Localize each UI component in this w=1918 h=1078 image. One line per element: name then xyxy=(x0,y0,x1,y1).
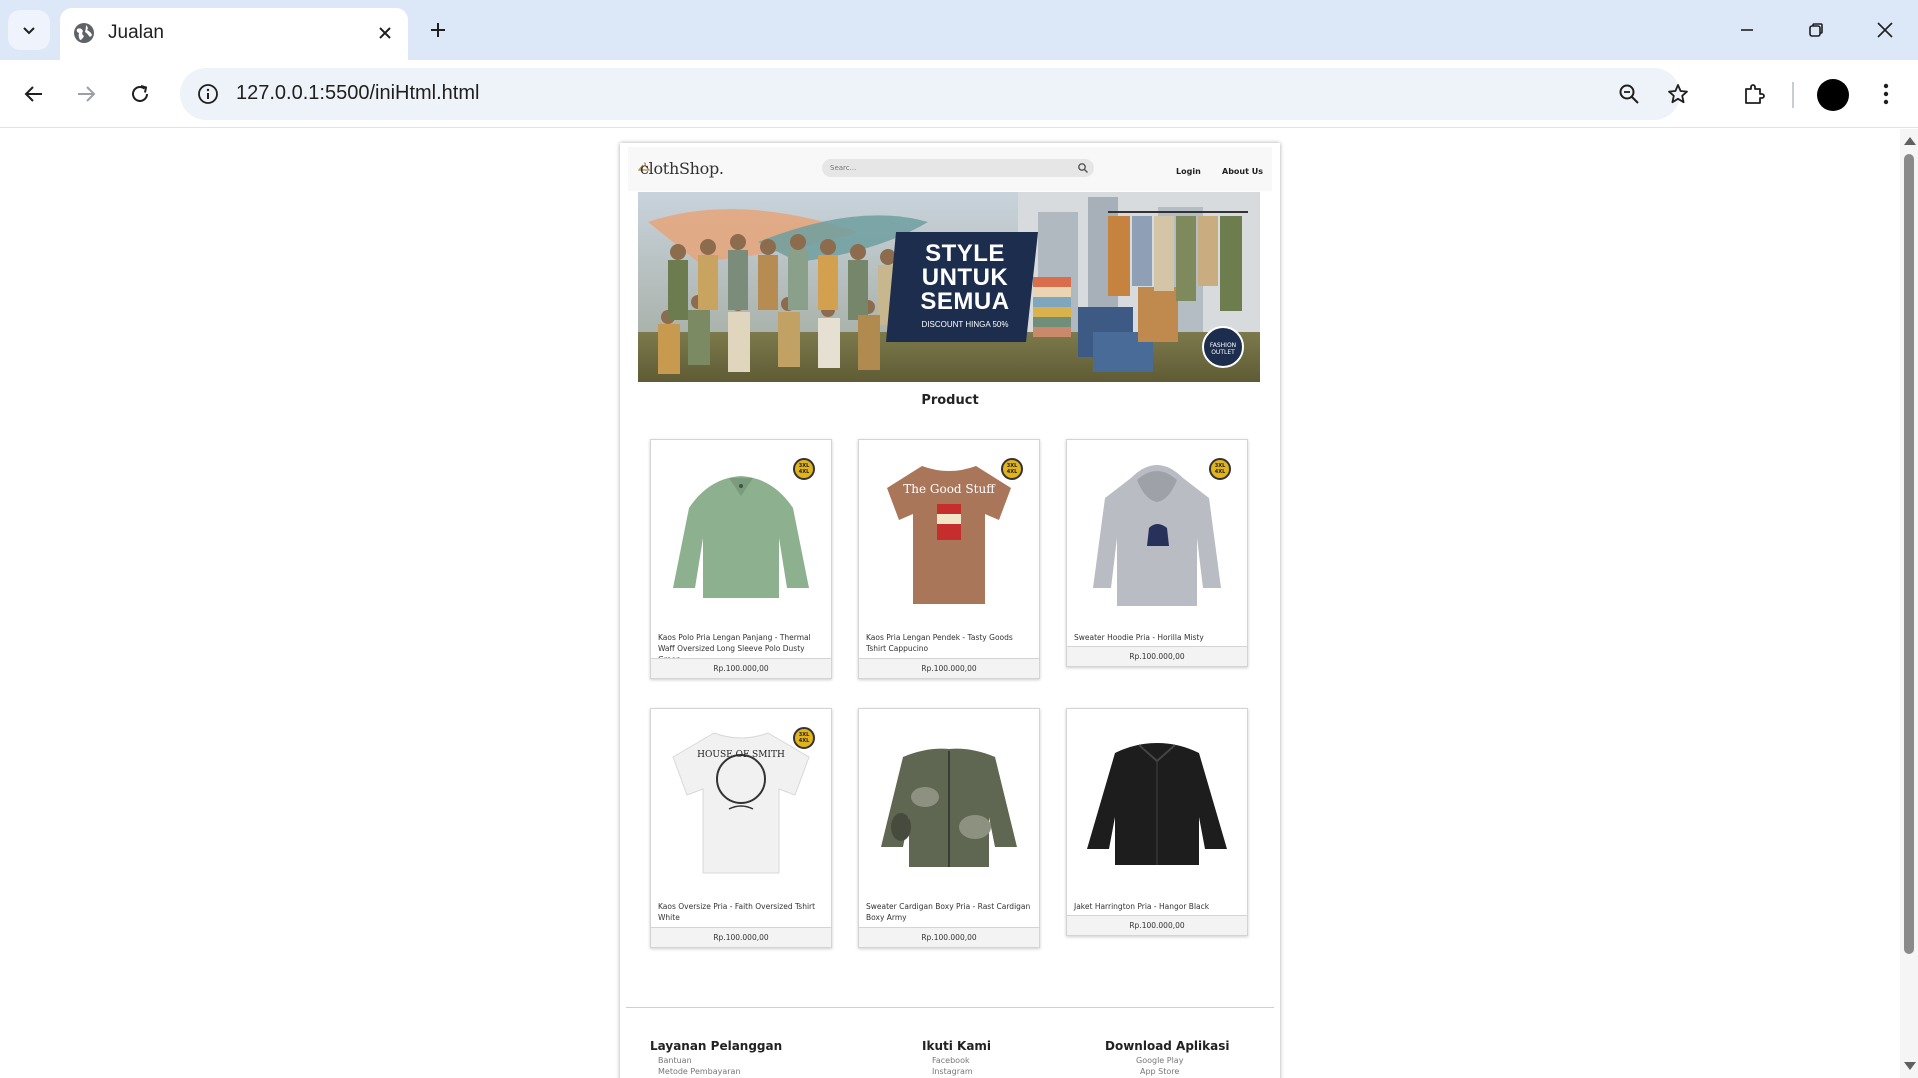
footer-link-app-store[interactable]: App Store xyxy=(1140,1067,1179,1076)
title-bar: Jualan xyxy=(0,0,1918,60)
site-header: clothShop. Login About Us xyxy=(628,147,1272,191)
product-price: Rp.100.000,00 xyxy=(1067,915,1247,935)
shirt-print: The Good Stuff xyxy=(903,482,996,496)
profile-avatar[interactable] xyxy=(1817,79,1849,111)
footer-link-instagram[interactable]: Instagram xyxy=(932,1067,973,1076)
search-box[interactable] xyxy=(822,159,1094,177)
plus-icon xyxy=(431,23,445,37)
page-viewport: clothShop. Login About Us xyxy=(0,129,1900,1078)
star-icon xyxy=(1668,84,1688,104)
login-link[interactable]: Login xyxy=(1176,167,1201,176)
product-name: Sweater Cardigan Boxy Pria - Rast Cardig… xyxy=(866,902,1031,922)
zoom-button[interactable] xyxy=(1615,80,1643,108)
toolbar-divider xyxy=(1792,82,1794,108)
footer-download-title: Download Aplikasi xyxy=(1105,1039,1230,1053)
search-input[interactable] xyxy=(830,161,1060,175)
close-icon xyxy=(379,27,391,39)
scroll-thumb[interactable] xyxy=(1904,154,1914,954)
search-icon[interactable] xyxy=(1077,162,1089,174)
minimize-icon xyxy=(1741,29,1753,31)
product-price: Rp.100.000,00 xyxy=(859,927,1039,947)
footer-customer-service-title: Layanan Pelanggan xyxy=(650,1039,783,1053)
address-bar[interactable]: 127.0.0.1:5500/iniHtml.html xyxy=(180,68,1688,120)
footer-link-help[interactable]: Bantuan xyxy=(658,1056,692,1065)
restore-button[interactable] xyxy=(1793,10,1839,50)
close-window-button[interactable] xyxy=(1862,10,1908,50)
reload-button[interactable] xyxy=(120,74,160,114)
close-icon xyxy=(1877,22,1893,38)
puzzle-icon xyxy=(1745,84,1765,104)
product-price: Rp.100.000,00 xyxy=(651,658,831,678)
footer-link-google-play[interactable]: Google Play xyxy=(1136,1056,1183,1065)
product-price: Rp.100.000,00 xyxy=(859,658,1039,678)
browser-tab[interactable]: Jualan xyxy=(60,8,408,60)
product-price: Rp.100.000,00 xyxy=(651,927,831,947)
shirt-print: HOUSE OF SMITH xyxy=(697,750,785,760)
back-button[interactable] xyxy=(14,74,54,114)
bookmark-button[interactable] xyxy=(1664,80,1692,108)
banner-headline-2: UNTUK xyxy=(921,264,1009,291)
shop-page: clothShop. Login About Us xyxy=(620,143,1280,1078)
close-tab-button[interactable] xyxy=(372,20,398,46)
banner-headline-1: STYLE xyxy=(925,240,1005,267)
footer-follow-title: Ikuti Kami xyxy=(922,1039,992,1053)
extensions-button[interactable] xyxy=(1734,74,1774,114)
product-card[interactable]: Sweater Cardigan Boxy Pria - Rast Cardig… xyxy=(858,708,1040,948)
product-name: Kaos Pria Lengan Pendek - Tasty Goods Ts… xyxy=(866,633,1013,653)
product-name: Kaos Oversize Pria - Faith Oversized Tsh… xyxy=(658,902,816,922)
page-scrollbar[interactable] xyxy=(1900,129,1918,1078)
product-name: Jaket Harrington Pria - Hangor Black xyxy=(1074,902,1210,911)
product-card[interactable]: 3XL 4XL Sweater Hoodie Pria - Horilla Mi… xyxy=(1066,439,1248,667)
site-logo[interactable]: clothShop. xyxy=(640,159,724,178)
product-image xyxy=(881,748,1017,867)
tab-title: Jualan xyxy=(108,22,164,43)
product-card[interactable]: 3XL 4XL Kaos Polo Pria Lengan Panjang - … xyxy=(650,439,832,679)
size-badge: 3XL 4XL xyxy=(793,727,815,749)
footer-divider xyxy=(626,1007,1274,1008)
size-badge: 3XL 4XL xyxy=(793,458,815,480)
forward-button[interactable] xyxy=(66,74,106,114)
minimize-button[interactable] xyxy=(1724,10,1770,50)
chevron-down-icon xyxy=(23,27,35,35)
reload-icon xyxy=(132,85,148,102)
browser-toolbar: 127.0.0.1:5500/iniHtml.html xyxy=(0,60,1918,128)
globe-icon xyxy=(74,23,94,43)
section-title: Product xyxy=(921,393,979,408)
menu-button[interactable] xyxy=(1866,74,1906,114)
scroll-up-arrow-icon[interactable] xyxy=(1904,137,1916,145)
product-card[interactable]: The Good Stuff 3XL 4XL Kaos Pria Lengan … xyxy=(858,439,1040,679)
product-name: Sweater Hoodie Pria - Horilla Misty xyxy=(1074,633,1204,642)
zoom-out-icon xyxy=(1619,84,1639,104)
arrow-left-icon xyxy=(24,86,42,102)
restore-icon xyxy=(1809,23,1823,37)
info-icon xyxy=(198,84,218,104)
arrow-right-icon xyxy=(78,86,96,102)
site-info-button[interactable] xyxy=(194,80,222,108)
size-badge: 3XL 4XL xyxy=(1001,458,1023,480)
product-card[interactable]: Jaket Harrington Pria - Hangor Black Rp.… xyxy=(1066,708,1248,936)
hero-banner: STYLE UNTUK SEMUA DISCOUNT HINGA 50% FAS… xyxy=(638,192,1260,382)
scroll-down-arrow-icon[interactable] xyxy=(1904,1062,1916,1070)
url-text[interactable]: 127.0.0.1:5500/iniHtml.html xyxy=(236,82,479,105)
footer-link-payment[interactable]: Metode Pembayaran xyxy=(658,1067,741,1076)
banner-subtitle: DISCOUNT HINGA 50% xyxy=(921,320,1009,329)
tab-search-button[interactable] xyxy=(8,10,50,50)
banner-headline-3: SEMUA xyxy=(920,288,1010,315)
banner-headline: STYLE UNTUK SEMUA xyxy=(906,242,1024,314)
new-tab-button[interactable] xyxy=(422,14,454,46)
about-us-link[interactable]: About Us xyxy=(1222,167,1263,176)
size-badge: 3XL 4XL xyxy=(1209,458,1231,480)
product-image xyxy=(1087,743,1227,865)
more-vertical-icon xyxy=(1883,83,1889,105)
product-card[interactable]: HOUSE OF SMITH 3XL 4XL Kaos Oversize Pri… xyxy=(650,708,832,948)
product-price: Rp.100.000,00 xyxy=(1067,646,1247,666)
footer-link-facebook[interactable]: Facebook xyxy=(932,1056,970,1065)
fashion-outlet-badge: FASHION OUTLET xyxy=(1202,326,1244,368)
